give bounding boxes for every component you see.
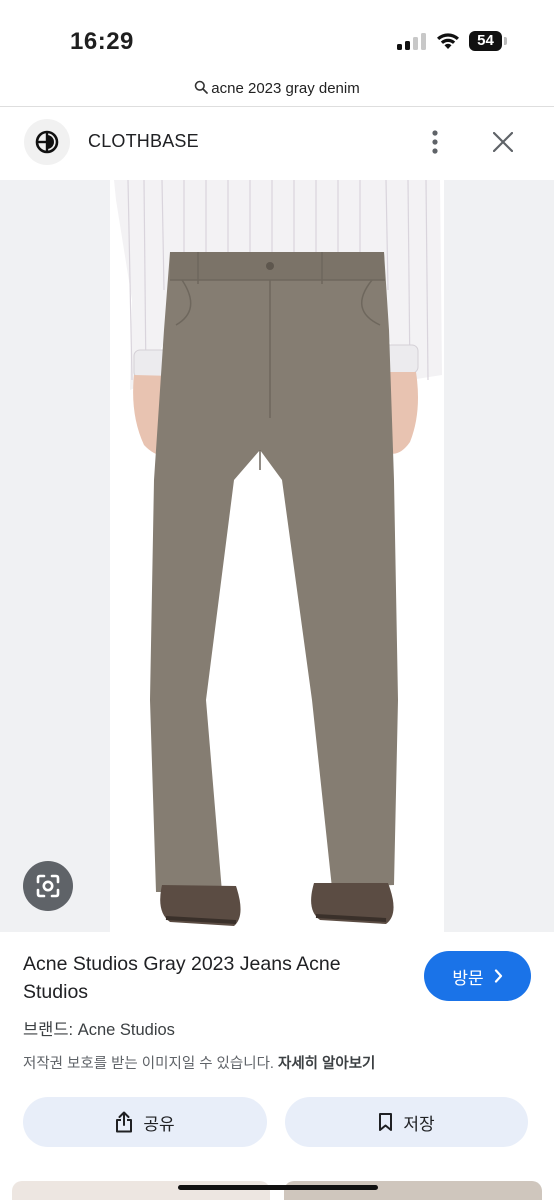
clothbase-logo-icon[interactable] xyxy=(24,119,70,165)
close-icon xyxy=(493,132,513,152)
status-time: 16:29 xyxy=(70,28,134,55)
share-label: 공유 xyxy=(143,1114,175,1134)
chevron-right-icon xyxy=(494,969,502,983)
visit-button[interactable]: 방문 xyxy=(424,951,531,1001)
battery-indicator: 54 xyxy=(469,31,502,51)
related-results-row xyxy=(0,1181,554,1200)
save-label: 저장 xyxy=(403,1114,435,1134)
more-vert-icon xyxy=(432,130,438,154)
signal-icon xyxy=(397,33,427,50)
google-lens-button[interactable] xyxy=(23,861,73,911)
related-thumbnail[interactable] xyxy=(284,1181,542,1200)
share-icon xyxy=(116,1111,133,1133)
copyright-text: 저작권 보호를 받는 이미지일 수 있습니다. xyxy=(23,1056,274,1072)
share-button[interactable]: 공유 xyxy=(23,1097,267,1147)
result-title[interactable]: Acne Studios Gray 2023 Jeans Acne Studio… xyxy=(23,950,403,1006)
wifi-icon xyxy=(437,33,459,49)
url-bar[interactable]: acne 2023 gray denim xyxy=(0,70,554,107)
result-header: CLOTHBASE xyxy=(0,107,554,179)
visit-label: 방문 xyxy=(452,968,484,988)
home-indicator xyxy=(178,1185,378,1190)
brand-text: 브랜드: Acne Studios xyxy=(23,1021,175,1039)
more-options-button[interactable] xyxy=(420,127,450,157)
battery-cap xyxy=(504,37,507,45)
save-button[interactable]: 저장 xyxy=(285,1097,528,1147)
copyright-notice: 저작권 보호를 받는 이미지일 수 있습니다. 자세히 알아보기 xyxy=(23,1052,375,1073)
result-info-panel: Acne Studios Gray 2023 Jeans Acne Studio… xyxy=(0,932,554,1200)
image-preview-area[interactable] xyxy=(0,180,554,932)
google-lens-icon xyxy=(36,874,60,898)
site-name[interactable]: CLOTHBASE xyxy=(88,131,199,152)
close-button[interactable] xyxy=(488,127,518,157)
related-thumbnail[interactable] xyxy=(12,1181,270,1200)
product-image[interactable] xyxy=(110,180,444,932)
status-bar: 16:29 54 xyxy=(0,0,554,70)
bookmark-icon xyxy=(379,1113,393,1131)
search-icon xyxy=(194,80,209,94)
learn-more-link[interactable]: 자세히 알아보기 xyxy=(278,1056,375,1072)
url-text: acne 2023 gray denim xyxy=(211,79,360,97)
